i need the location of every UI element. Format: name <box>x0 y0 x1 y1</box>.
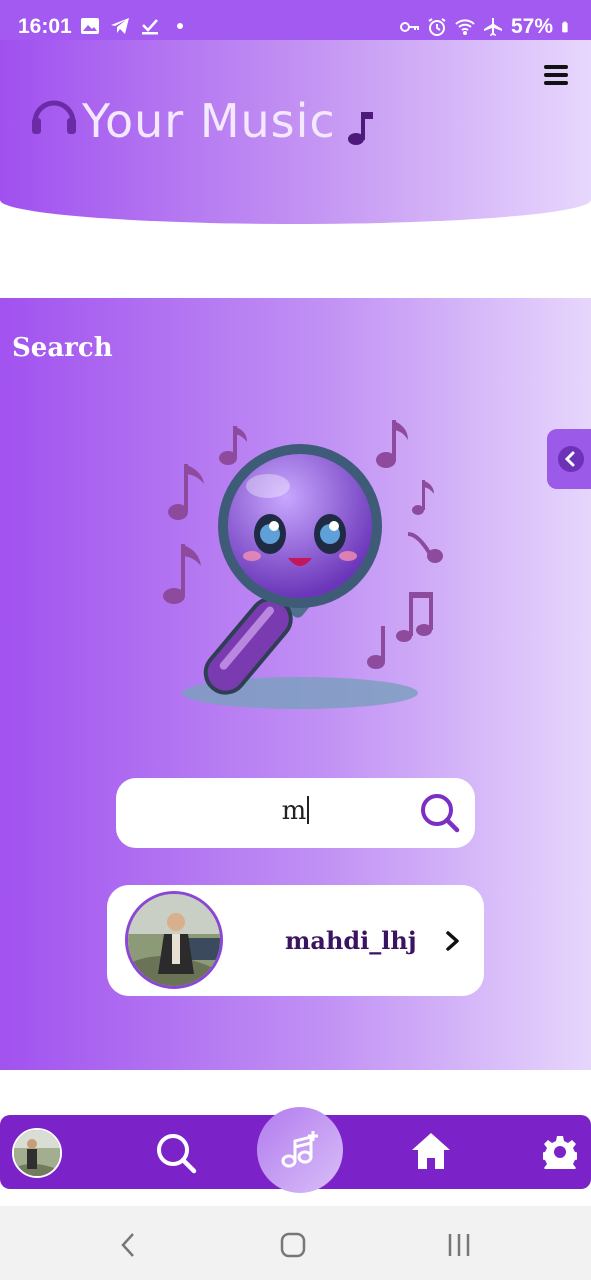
recents-icon[interactable] <box>446 1232 472 1258</box>
app-header: Your Music <box>0 40 591 224</box>
home-circle-icon[interactable] <box>280 1232 306 1258</box>
alarm-icon <box>428 18 446 36</box>
magnifier-mascot-illustration <box>163 420 443 709</box>
profile-photo <box>14 1130 60 1176</box>
airplane-icon <box>483 18 502 36</box>
nav-settings-icon[interactable] <box>543 1135 577 1169</box>
result-username: mahdi_lhj <box>285 926 417 955</box>
download-done-icon <box>142 19 158 35</box>
search-panel: Search m mahdi_lhj <box>0 298 591 1070</box>
nav-home-icon[interactable] <box>410 1131 452 1171</box>
search-input-value: m <box>281 796 307 826</box>
add-music-icon <box>281 1131 318 1168</box>
chevron-right-icon[interactable] <box>444 930 462 952</box>
status-time: 16:01 <box>18 15 72 38</box>
battery-icon <box>562 21 568 33</box>
app-logo: Your Music <box>30 88 376 148</box>
dot-icon <box>177 23 183 29</box>
bottom-nav-bar <box>0 1107 591 1193</box>
status-right: 57% <box>399 15 573 39</box>
image-icon <box>81 18 99 34</box>
battery-percent: 57% <box>510 15 553 38</box>
music-note-icon <box>347 112 373 145</box>
back-icon[interactable] <box>118 1232 138 1258</box>
nav-add-music-button[interactable] <box>257 1107 343 1193</box>
wifi-icon <box>455 19 475 35</box>
app-name: Your Music <box>82 94 336 148</box>
status-left-icons <box>80 16 190 36</box>
chevron-left-icon <box>564 451 575 467</box>
search-field[interactable]: m <box>116 778 475 848</box>
user-avatar <box>125 891 223 989</box>
user-result-card[interactable]: mahdi_lhj <box>107 885 484 996</box>
avatar-photo <box>128 894 220 986</box>
nav-search-icon[interactable] <box>154 1131 198 1175</box>
search-icon[interactable] <box>419 792 461 834</box>
system-nav-bar <box>0 1206 591 1280</box>
side-tab-circle <box>558 446 584 472</box>
nav-profile-avatar[interactable] <box>12 1128 62 1178</box>
vpn-key-icon <box>399 22 419 32</box>
telegram-icon <box>111 18 129 34</box>
page-title: Search <box>12 333 113 363</box>
side-drawer-tab[interactable] <box>547 429 591 489</box>
hamburger-menu-icon[interactable] <box>543 62 569 88</box>
text-caret <box>307 796 310 824</box>
headphones-icon <box>32 100 76 134</box>
